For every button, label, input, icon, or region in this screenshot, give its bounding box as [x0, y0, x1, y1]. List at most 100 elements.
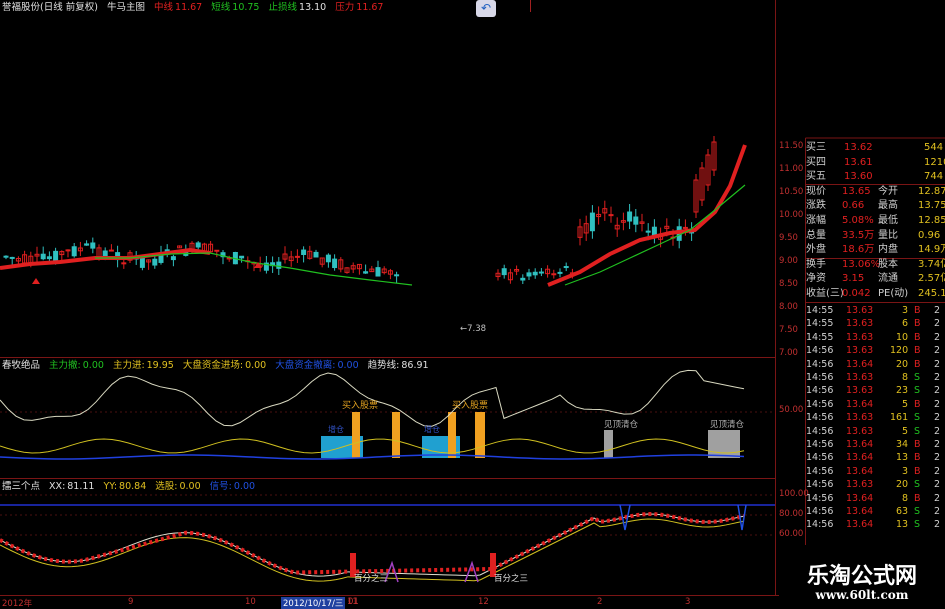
- main-in-label: 主力进:: [112, 360, 145, 371]
- tick-side: B: [914, 358, 921, 370]
- tick-extra: 2: [934, 345, 941, 357]
- tick-side: B: [914, 398, 921, 410]
- tick-extra: 2: [934, 372, 941, 383]
- sel-label: 选股:: [155, 481, 178, 492]
- quote-value-2: 14.9万: [918, 244, 945, 256]
- tick-price: 13.64: [846, 398, 874, 410]
- candle-body: [538, 271, 544, 274]
- tick-side: S: [914, 412, 921, 424]
- tick-price: 13.64: [846, 506, 874, 517]
- back-arrow-icon[interactable]: ↶: [476, 0, 496, 17]
- tick-volume: 3: [902, 305, 909, 316]
- quote-value: 13.62: [844, 142, 873, 153]
- tick-price: 13.64: [846, 358, 874, 370]
- tick-time: 14:56: [806, 506, 834, 517]
- tick-time: 14:56: [806, 479, 834, 491]
- quote-row: 涨跌 0.66 最高 13.75: [806, 198, 945, 213]
- candle-body: [627, 211, 633, 222]
- tick-price: 13.64: [846, 439, 874, 450]
- x-axis-label: 12: [478, 597, 489, 607]
- tick-row: 14:56 13.63 5 S 2: [806, 425, 945, 438]
- tick-side: S: [914, 385, 921, 397]
- tick-side: S: [914, 519, 921, 531]
- candle-body: [46, 256, 52, 260]
- tick-side: B: [914, 305, 921, 316]
- quote-row: 外盘 18.6万内盘 14.9万: [806, 242, 945, 257]
- candle-body: [301, 249, 307, 255]
- tick-time: 14:56: [806, 519, 834, 531]
- indicator-name[interactable]: 牛马主图: [107, 2, 145, 13]
- panel2-name[interactable]: 春牧绝品: [2, 360, 40, 371]
- quote-label: 涨幅: [806, 215, 826, 226]
- candle-body: [276, 261, 282, 269]
- tick-volume: 3: [902, 465, 909, 477]
- quote-label: 买三: [806, 142, 826, 153]
- tick-side: S: [914, 425, 921, 437]
- quote-label-2: 最低: [878, 215, 898, 226]
- quote-label-2: 内盘: [878, 244, 898, 256]
- watermark-logo: 乐淘公式网 www.60lt.com: [779, 556, 945, 609]
- tick-row: 14:56 13.64 13 B 2: [806, 451, 945, 464]
- panel2-bars: [321, 412, 740, 458]
- low-price-marker: ←7.38: [460, 324, 487, 334]
- tick-extra: 2: [934, 439, 941, 450]
- tick-side: B: [914, 452, 921, 464]
- stock-title[interactable]: 誉福股份(日线 前复权): [2, 2, 98, 13]
- candle-body: [551, 273, 557, 276]
- tick-volume: 8: [902, 492, 909, 504]
- candle-body: [108, 249, 114, 252]
- tick-time: 14:56: [806, 372, 834, 383]
- tick-time: 14:55: [806, 331, 834, 343]
- tick-volume: 20: [896, 479, 909, 491]
- tick-volume: 5: [902, 398, 909, 410]
- main-out-value: 0.00: [82, 360, 104, 371]
- tick-volume: 161: [890, 412, 909, 424]
- quote-value-2: 12.85: [918, 215, 945, 226]
- tick-row: 14:55 13.63 3 B 2: [806, 304, 945, 317]
- tick-volume: 10: [896, 331, 909, 343]
- tick-extra: 2: [934, 425, 941, 437]
- tick-side: S: [914, 479, 921, 491]
- x-axis-label: 2012年: [2, 599, 33, 609]
- tick-time: 14:56: [806, 358, 834, 370]
- candle-body: [682, 226, 688, 229]
- tick-row: 14:56 13.63 8 S 2: [806, 371, 945, 384]
- candle-body: [394, 274, 400, 277]
- quote-value-2: 2.57亿: [918, 273, 945, 285]
- market-value: 0.00: [245, 360, 267, 371]
- candle-body: [501, 268, 507, 276]
- quote-value-2: 12.87: [918, 185, 945, 197]
- price-axis-label: 8.50: [779, 279, 798, 289]
- quote-row: 买五 13.60 744: [806, 169, 945, 184]
- xx-label: XX:: [49, 481, 66, 492]
- tick-side: B: [914, 318, 921, 330]
- panel2-yellow-line: [0, 438, 745, 454]
- trend-value: 86.91: [401, 360, 429, 371]
- quote-label: 总量: [806, 229, 826, 241]
- tick-extra: 2: [934, 479, 941, 491]
- x-axis-label: 3: [685, 597, 691, 607]
- panel3-axis-low: 60.00: [779, 529, 804, 539]
- candle-body: [9, 256, 15, 259]
- blue-label: 大盘资金撤离:: [275, 360, 336, 371]
- tick-price: 13.63: [846, 412, 874, 424]
- buy-signal-bar: [475, 412, 485, 458]
- buy-signal-bar: [352, 412, 360, 458]
- watermark-text: 乐淘公式网: [806, 564, 917, 589]
- sig-value: 0.00: [233, 481, 256, 492]
- panel3-name[interactable]: 擂三个点: [2, 481, 40, 492]
- tick-row: 14:56 13.64 3 B 2: [806, 465, 945, 478]
- quote-volume: 544: [924, 142, 944, 153]
- candle-body: [532, 271, 538, 276]
- tick-volume: 63: [896, 506, 909, 517]
- tick-volume: 8: [902, 372, 909, 383]
- quote-label: 外盘: [806, 244, 826, 256]
- tick-extra: 2: [934, 318, 941, 330]
- tick-time: 14:56: [806, 385, 834, 397]
- tick-price: 13.63: [846, 372, 874, 383]
- candle-body: [645, 230, 651, 233]
- price-axis-label: 9.00: [779, 256, 798, 266]
- market-label: 大盘资金进场:: [182, 360, 244, 371]
- quote-label-2: 流通: [878, 273, 898, 285]
- panel2-blue-line: [0, 454, 745, 460]
